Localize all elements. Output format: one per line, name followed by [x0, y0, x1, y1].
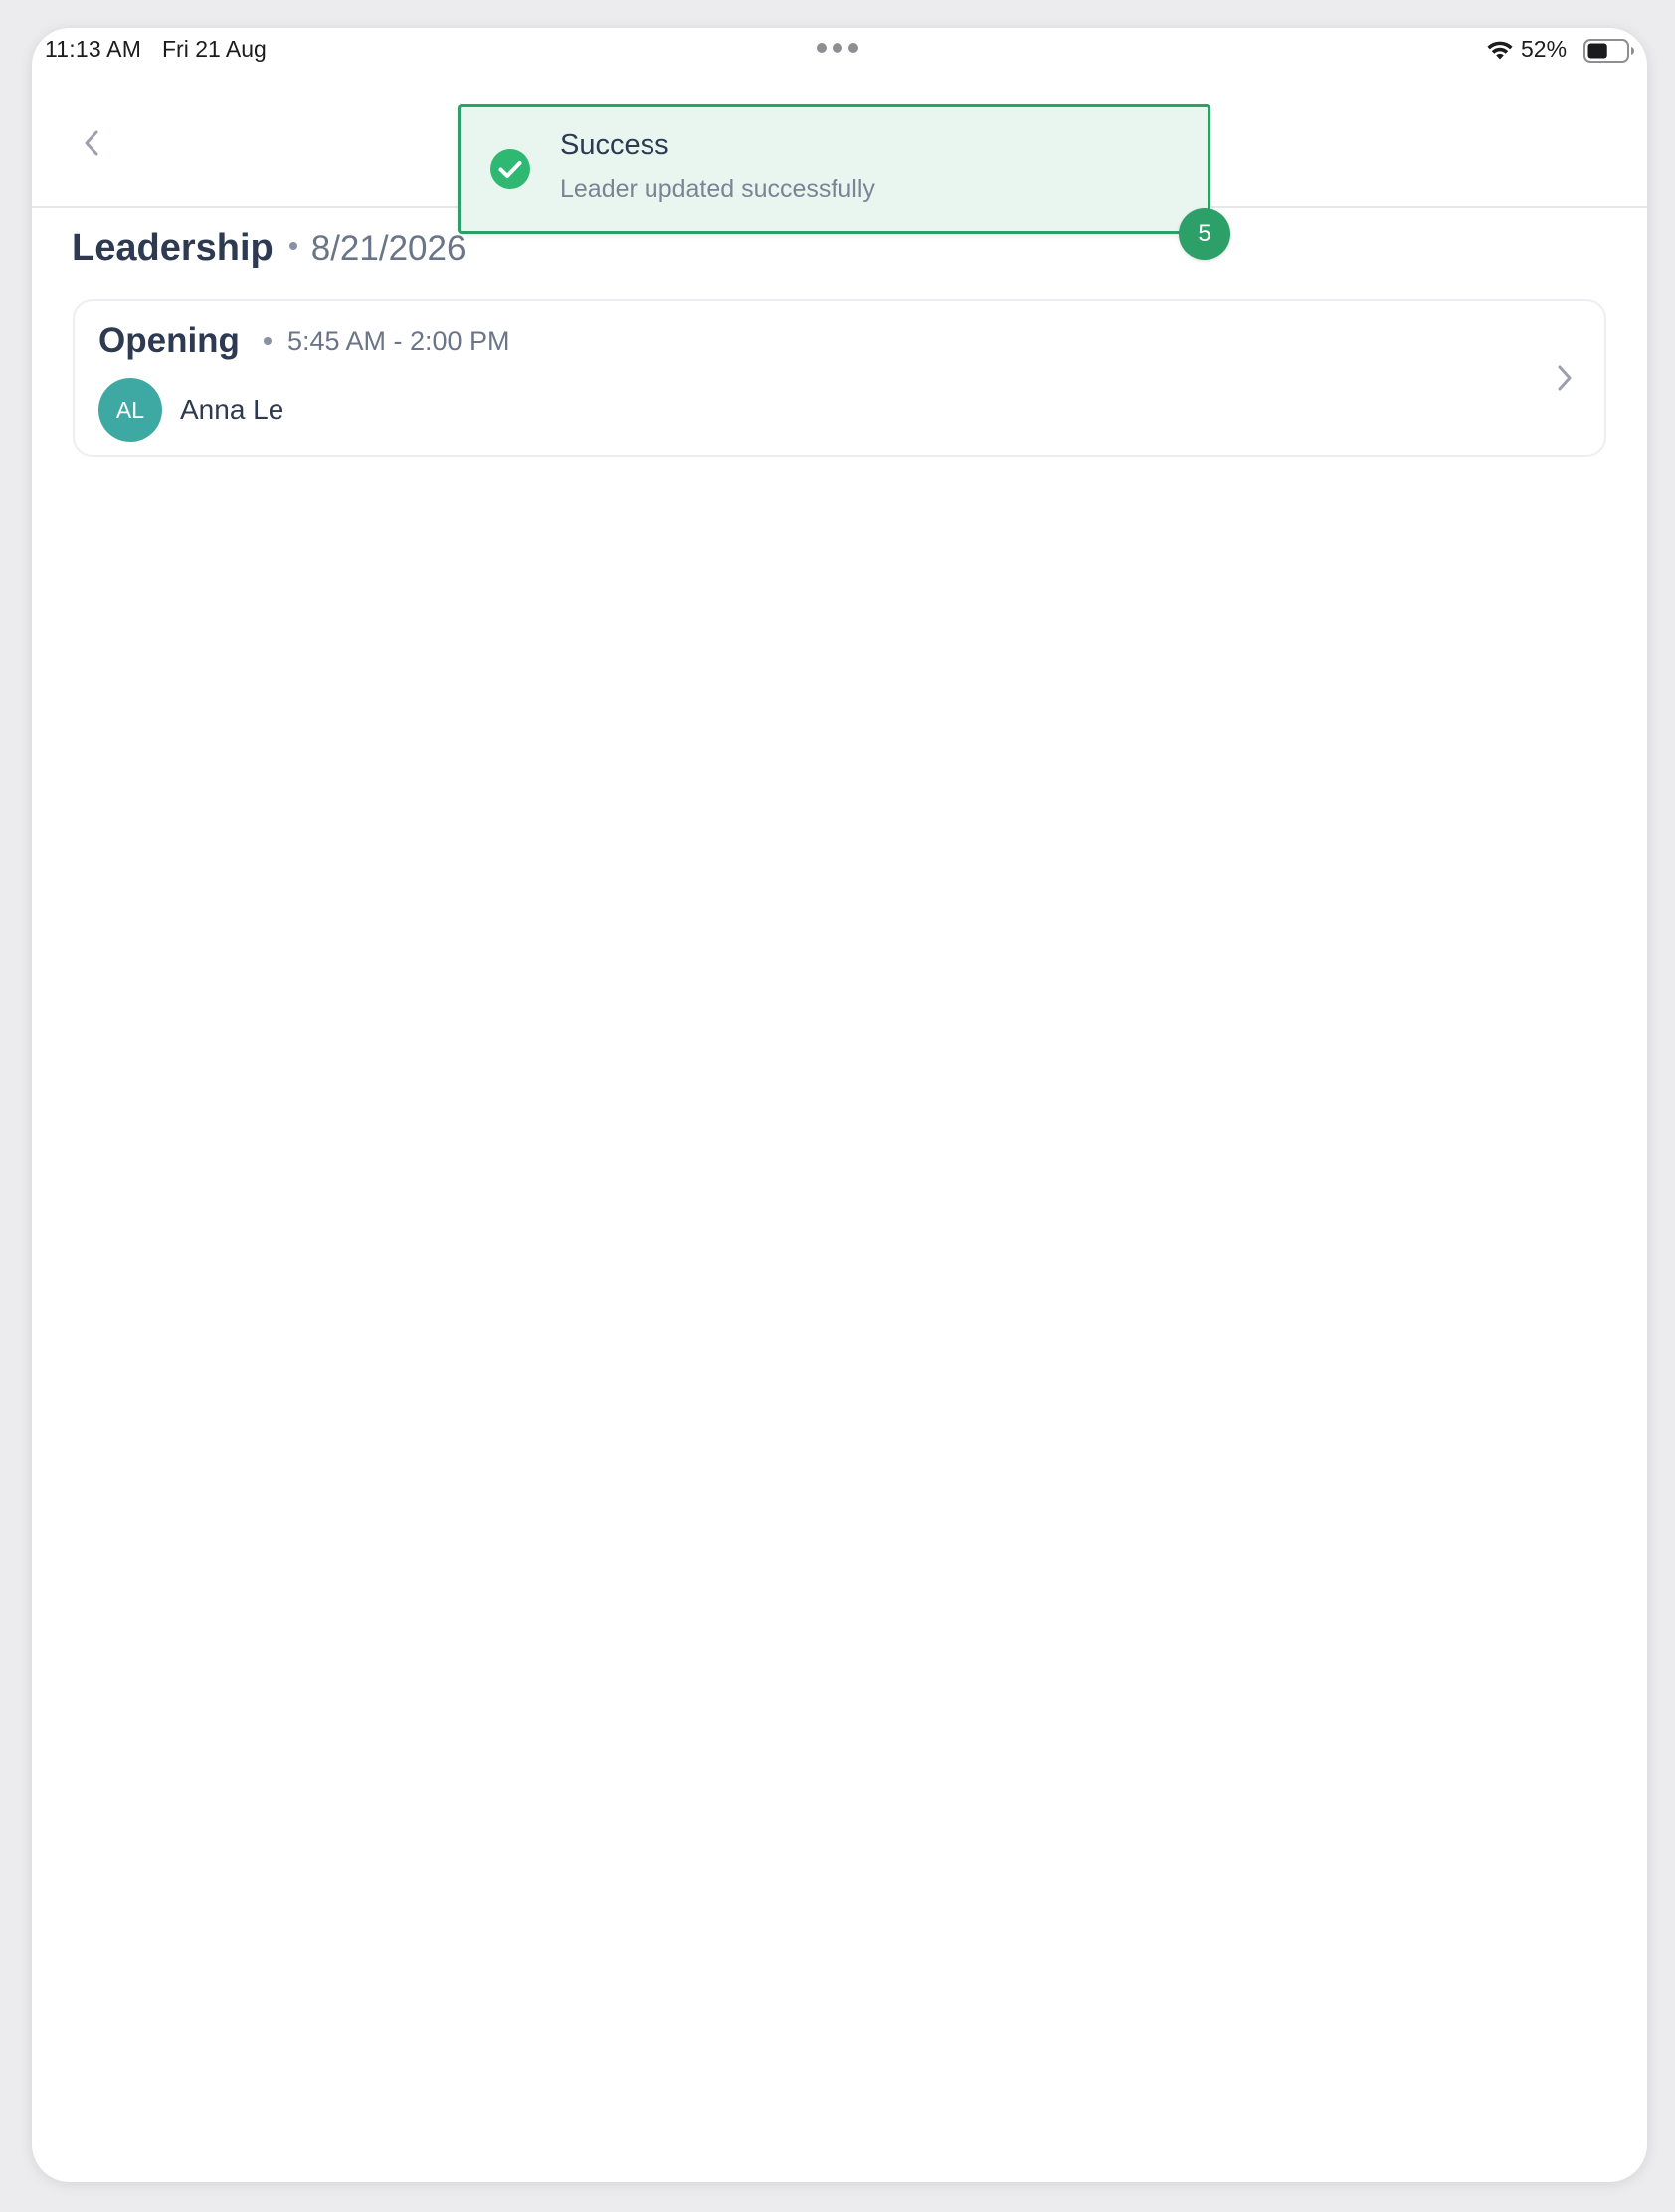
status-bar: 11:13 AM Fri 21 Aug 52%	[32, 28, 1647, 72]
assignee-name: Anna Le	[180, 394, 284, 425]
separator-dot	[263, 337, 272, 345]
wifi-icon	[1487, 41, 1513, 60]
back-button[interactable]	[72, 123, 111, 163]
separator-dot	[288, 242, 297, 250]
battery-icon	[1583, 39, 1634, 63]
chevron-right-icon[interactable]	[1551, 361, 1579, 395]
shift-card[interactable]: Opening 5:45 AM - 2:00 PM AL Anna Le	[73, 299, 1606, 457]
toast-count-badge: 5	[1179, 208, 1230, 260]
assignee: AL Anna Le	[98, 378, 283, 442]
multitask-dots-icon[interactable]	[817, 43, 858, 53]
check-circle-icon	[490, 149, 530, 189]
shift-header: Opening 5:45 AM - 2:00 PM	[98, 321, 510, 361]
page-heading: Leadership 8/21/2026	[72, 227, 465, 270]
status-date: Fri 21 Aug	[162, 36, 267, 62]
avatar: AL	[98, 378, 162, 442]
toast-title: Success	[560, 129, 669, 161]
shift-time: 5:45 AM - 2:00 PM	[286, 325, 510, 356]
battery-percent: 52%	[1521, 36, 1568, 62]
toast-message: Leader updated successfully	[560, 175, 875, 203]
shift-name: Opening	[98, 321, 240, 360]
app-window: 11:13 AM Fri 21 Aug 52% Leadership 8/21/…	[32, 28, 1647, 2182]
page-title: Leadership	[72, 227, 274, 269]
status-time: 11:13 AM	[45, 36, 142, 62]
success-toast[interactable]: Success Leader updated successfully	[458, 104, 1210, 234]
chevron-left-icon	[85, 130, 98, 156]
page-date: 8/21/2026	[310, 229, 466, 268]
